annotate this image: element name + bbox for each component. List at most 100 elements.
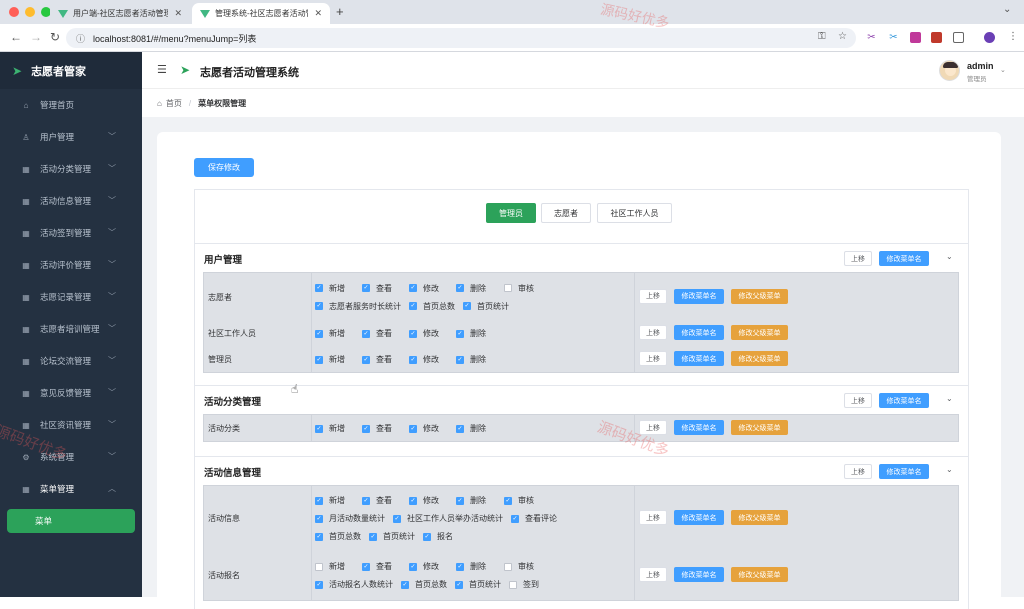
permission-checkbox[interactable]: ✓ 删除 bbox=[456, 328, 486, 339]
checkbox-checked-icon[interactable]: ✓ bbox=[393, 514, 401, 523]
rename-menu-button[interactable]: 修改菜单名 bbox=[879, 393, 929, 408]
permission-checkbox[interactable]: ✓ 首页总数 bbox=[315, 531, 361, 542]
close-tab-icon[interactable]: ✕ bbox=[314, 8, 322, 19]
more-menu-icon[interactable]: ⋮ bbox=[1008, 31, 1018, 42]
change-parent-menu-button[interactable]: 修改父级菜单 bbox=[731, 351, 788, 366]
extension-tools-icon[interactable]: ✂ bbox=[888, 32, 899, 43]
permission-checkbox[interactable]: ✓ 新增 bbox=[315, 354, 345, 365]
checkbox-checked-icon[interactable]: ✓ bbox=[315, 329, 323, 338]
site-info-icon[interactable]: ⓘ bbox=[76, 32, 85, 45]
move-up-button[interactable]: 上移 bbox=[639, 325, 667, 340]
checkbox-checked-icon[interactable]: ✓ bbox=[456, 424, 464, 433]
permission-checkbox[interactable]: ✓ 修改 bbox=[409, 423, 439, 434]
close-window-button[interactable] bbox=[9, 7, 19, 17]
rename-menu-button[interactable]: 修改菜单名 bbox=[674, 510, 724, 525]
rename-menu-button[interactable]: 修改菜单名 bbox=[879, 464, 929, 479]
permission-checkbox[interactable]: ✓ 删除 bbox=[456, 495, 486, 506]
permission-checkbox[interactable]: ✓ 查看评论 bbox=[511, 513, 557, 524]
change-parent-menu-button[interactable]: 修改父级菜单 bbox=[731, 420, 788, 435]
role-tab-volunteer[interactable]: 志愿者 bbox=[541, 203, 591, 223]
extension-download-icon[interactable] bbox=[910, 32, 921, 43]
checkbox-checked-icon[interactable]: ✓ bbox=[456, 355, 464, 364]
checkbox-checked-icon[interactable]: ✓ bbox=[504, 496, 512, 505]
checkbox-checked-icon[interactable]: ✓ bbox=[315, 532, 323, 541]
permission-checkbox[interactable]: ✓ 审核 bbox=[504, 495, 534, 506]
permission-checkbox[interactable]: ✓ 志愿者服务时长统计 bbox=[315, 301, 401, 312]
checkbox-checked-icon[interactable]: ✓ bbox=[362, 284, 370, 292]
checkbox-checked-icon[interactable]: ✓ bbox=[456, 284, 464, 292]
checkbox-unchecked-icon[interactable] bbox=[504, 284, 512, 292]
move-up-button[interactable]: 上移 bbox=[639, 420, 667, 435]
key-icon[interactable]: ⚿ bbox=[818, 31, 826, 42]
permission-checkbox[interactable]: ✓ 首页总数 bbox=[409, 301, 455, 312]
permission-checkbox[interactable]: ✓ 查看 bbox=[362, 283, 392, 294]
rename-menu-button[interactable]: 修改菜单名 bbox=[674, 567, 724, 582]
checkbox-checked-icon[interactable]: ✓ bbox=[423, 532, 431, 541]
minimize-window-button[interactable] bbox=[25, 7, 35, 17]
checkbox-unchecked-icon[interactable] bbox=[504, 562, 512, 571]
permission-checkbox[interactable]: ✓ 活动报名人数统计 bbox=[315, 579, 393, 590]
permission-checkbox[interactable]: ✓ 删除 bbox=[456, 423, 486, 434]
permission-checkbox[interactable]: ✓ 删除 bbox=[456, 283, 486, 294]
checkbox-checked-icon[interactable]: ✓ bbox=[456, 329, 464, 338]
profile-avatar-icon[interactable] bbox=[984, 32, 995, 43]
permission-checkbox[interactable]: ✓ 首页总数 bbox=[401, 579, 447, 590]
permission-checkbox[interactable]: 审核 bbox=[504, 283, 534, 294]
checkbox-checked-icon[interactable]: ✓ bbox=[362, 562, 370, 571]
role-tab-community-worker[interactable]: 社区工作人员 bbox=[597, 203, 672, 223]
checkbox-checked-icon[interactable]: ✓ bbox=[315, 580, 323, 589]
permission-checkbox[interactable]: ✓ 查看 bbox=[362, 354, 392, 365]
rename-menu-button[interactable]: 修改菜单名 bbox=[674, 351, 724, 366]
checkbox-checked-icon[interactable]: ✓ bbox=[315, 302, 323, 310]
checkbox-checked-icon[interactable]: ✓ bbox=[315, 355, 323, 364]
rename-menu-button[interactable]: 修改菜单名 bbox=[879, 251, 929, 266]
permission-checkbox[interactable]: ✓ 社区工作人员举办活动统计 bbox=[393, 513, 503, 524]
permission-checkbox[interactable]: ✓ 新增 bbox=[315, 283, 345, 294]
checkbox-checked-icon[interactable]: ✓ bbox=[409, 496, 417, 505]
new-tab-button[interactable]: + bbox=[336, 4, 344, 19]
rename-menu-button[interactable]: 修改菜单名 bbox=[674, 420, 724, 435]
checkbox-unchecked-icon[interactable] bbox=[509, 580, 517, 589]
browser-tab-2[interactable]: 管理系统-社区志愿者活动管理系统 ✕ bbox=[192, 3, 330, 24]
breadcrumb-home[interactable]: 首页 bbox=[166, 98, 182, 109]
sidebar-item[interactable]: ▦ 志愿者培训管理 ﹀ bbox=[0, 313, 142, 345]
checkbox-checked-icon[interactable]: ✓ bbox=[409, 302, 417, 310]
permission-checkbox[interactable]: ✓ 查看 bbox=[362, 561, 392, 572]
chevron-down-icon[interactable]: ⌄ bbox=[946, 394, 953, 403]
url-field[interactable]: ⓘ localhost:8081/#/menu?menuJump=列表 bbox=[66, 28, 856, 48]
save-button[interactable]: 保存修改 bbox=[194, 158, 254, 177]
permission-checkbox[interactable]: ✓ 首页统计 bbox=[463, 301, 509, 312]
checkbox-checked-icon[interactable]: ✓ bbox=[362, 496, 370, 505]
bookmark-star-icon[interactable]: ☆ bbox=[838, 31, 847, 42]
checkbox-checked-icon[interactable]: ✓ bbox=[456, 496, 464, 505]
checkbox-checked-icon[interactable]: ✓ bbox=[409, 562, 417, 571]
move-up-button[interactable]: 上移 bbox=[844, 464, 872, 479]
sidebar-item[interactable]: ⚙ 系统管理 ﹀ bbox=[0, 441, 142, 473]
checkbox-checked-icon[interactable]: ✓ bbox=[409, 424, 417, 433]
permission-checkbox[interactable]: ✓ 新增 bbox=[315, 328, 345, 339]
permission-checkbox[interactable]: ✓ 首页统计 bbox=[455, 579, 501, 590]
chevron-down-icon[interactable]: ⌄ bbox=[1000, 66, 1006, 74]
chevron-down-icon[interactable]: ⌄ bbox=[946, 465, 953, 474]
checkbox-checked-icon[interactable]: ✓ bbox=[463, 302, 471, 310]
sidebar-item[interactable]: ▦ 活动分类管理 ﹀ bbox=[0, 153, 142, 185]
user-name[interactable]: admin bbox=[967, 61, 994, 71]
checkbox-checked-icon[interactable]: ✓ bbox=[409, 284, 417, 292]
back-icon[interactable]: ← bbox=[10, 30, 22, 44]
extension-record-icon[interactable] bbox=[931, 32, 942, 43]
sidebar-item[interactable]: ▦ 社区资讯管理 ﹀ bbox=[0, 409, 142, 441]
sidebar-item[interactable]: ▦ 意见反馈管理 ﹀ bbox=[0, 377, 142, 409]
permission-checkbox[interactable]: ✓ 修改 bbox=[409, 354, 439, 365]
role-tab-admin[interactable]: 管理员 bbox=[486, 203, 536, 223]
move-up-button[interactable]: 上移 bbox=[639, 567, 667, 582]
checkbox-checked-icon[interactable]: ✓ bbox=[362, 424, 370, 433]
forward-icon[interactable]: → bbox=[30, 30, 42, 44]
reload-icon[interactable]: ↻ bbox=[50, 30, 60, 44]
checkbox-checked-icon[interactable]: ✓ bbox=[315, 284, 323, 292]
checkbox-checked-icon[interactable]: ✓ bbox=[409, 355, 417, 364]
chevron-down-icon[interactable]: ⌄ bbox=[946, 252, 953, 261]
move-up-button[interactable]: 上移 bbox=[639, 510, 667, 525]
checkbox-checked-icon[interactable]: ✓ bbox=[401, 580, 409, 589]
sidebar-item[interactable]: ▦ 活动评价管理 ﹀ bbox=[0, 249, 142, 281]
move-up-button[interactable]: 上移 bbox=[844, 393, 872, 408]
